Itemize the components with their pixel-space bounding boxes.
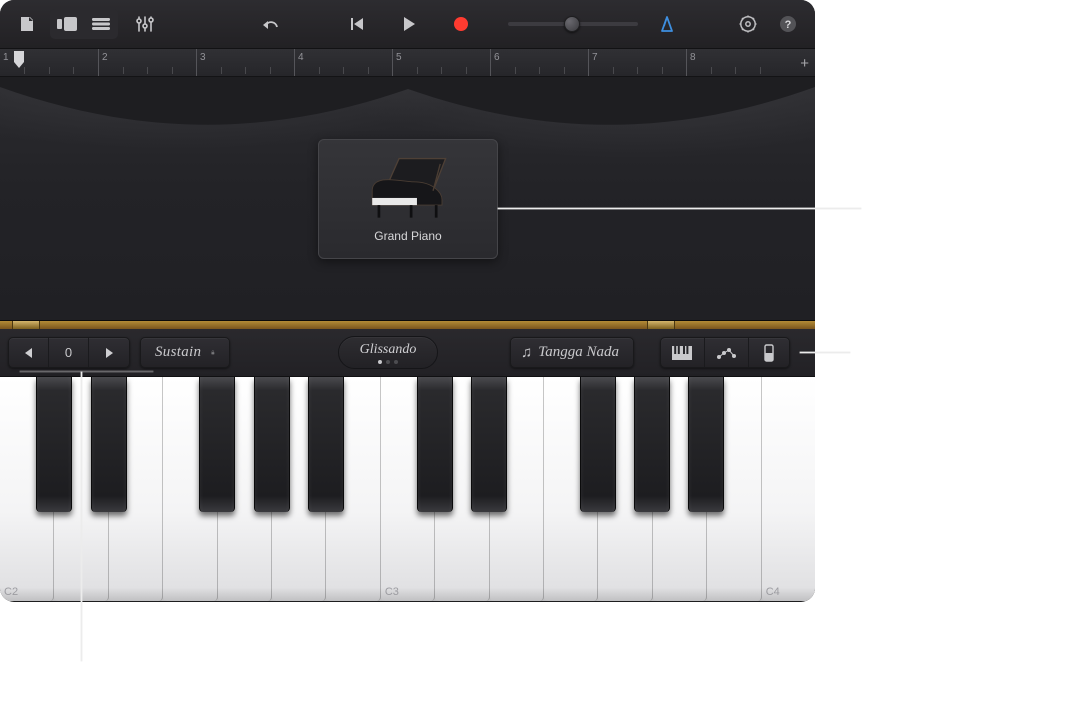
scale-label: Tangga Nada	[538, 344, 619, 361]
tracks-view-icon[interactable]	[84, 9, 118, 39]
mode-page-dots	[378, 360, 398, 364]
instrument-panel: Grand Piano	[0, 77, 815, 321]
browser-view-icon[interactable]	[50, 9, 84, 39]
black-key[interactable]	[688, 377, 724, 512]
timeline-ruler[interactable]: 12345678 +	[0, 49, 815, 77]
add-section-icon[interactable]: +	[800, 55, 809, 72]
keyboard-controls: 0 Sustain Glissando ♫ Tangga Nada	[0, 329, 815, 377]
sustain-label: Sustain	[155, 344, 201, 361]
white-key[interactable]: C4	[762, 377, 815, 601]
instrument-picker[interactable]: Grand Piano	[318, 139, 498, 259]
piano-keyboard[interactable]: C2C3C4	[0, 377, 815, 601]
go-to-start-icon[interactable]	[340, 9, 374, 39]
undo-icon[interactable]	[254, 9, 288, 39]
black-key[interactable]	[199, 377, 235, 512]
scale-button[interactable]: ♫ Tangga Nada	[510, 337, 634, 368]
keyboard-layout-button[interactable]	[661, 338, 705, 367]
instrument-name: Grand Piano	[374, 229, 441, 243]
keyboard-layout-group	[660, 337, 790, 368]
keyboard-mode-switch[interactable]: Glissando	[338, 336, 438, 369]
grand-piano-icon	[363, 155, 453, 223]
lock-icon	[211, 347, 215, 358]
record-icon[interactable]	[444, 9, 478, 39]
settings-icon[interactable]	[731, 9, 765, 39]
black-key[interactable]	[471, 377, 507, 512]
play-icon[interactable]	[392, 9, 426, 39]
black-key[interactable]	[634, 377, 670, 512]
metronome-icon[interactable]	[650, 9, 684, 39]
keyboard-hinge	[0, 321, 815, 329]
keyboard-range-icon	[763, 344, 775, 362]
octave-down-button[interactable]	[9, 338, 49, 367]
black-key[interactable]	[417, 377, 453, 512]
keyboard-range-button[interactable]	[749, 338, 789, 367]
view-switch-group	[50, 9, 118, 39]
svg-text:?: ?	[785, 19, 792, 31]
octave-value: 0	[49, 338, 89, 367]
master-volume-slider[interactable]	[508, 22, 638, 26]
black-key[interactable]	[91, 377, 127, 512]
black-key[interactable]	[308, 377, 344, 512]
help-icon[interactable]: ?	[771, 9, 805, 39]
octave-up-button[interactable]	[89, 338, 129, 367]
black-key[interactable]	[254, 377, 290, 512]
top-toolbar: ?	[0, 0, 815, 49]
eighth-notes-icon: ♫	[521, 344, 530, 361]
app-window: ? 12345678 +	[0, 0, 815, 602]
octave-stepper: 0	[8, 337, 130, 368]
black-key[interactable]	[36, 377, 72, 512]
black-key[interactable]	[580, 377, 616, 512]
sustain-button[interactable]: Sustain	[140, 337, 230, 368]
arpeggiator-button[interactable]	[705, 338, 749, 367]
keyboard-icon	[672, 346, 692, 360]
arpeggiator-icon	[716, 346, 736, 360]
mixer-icon[interactable]	[128, 9, 162, 39]
mode-label: Glissando	[360, 342, 417, 358]
volume-knob[interactable]	[564, 16, 580, 32]
my-songs-icon[interactable]	[10, 9, 44, 39]
